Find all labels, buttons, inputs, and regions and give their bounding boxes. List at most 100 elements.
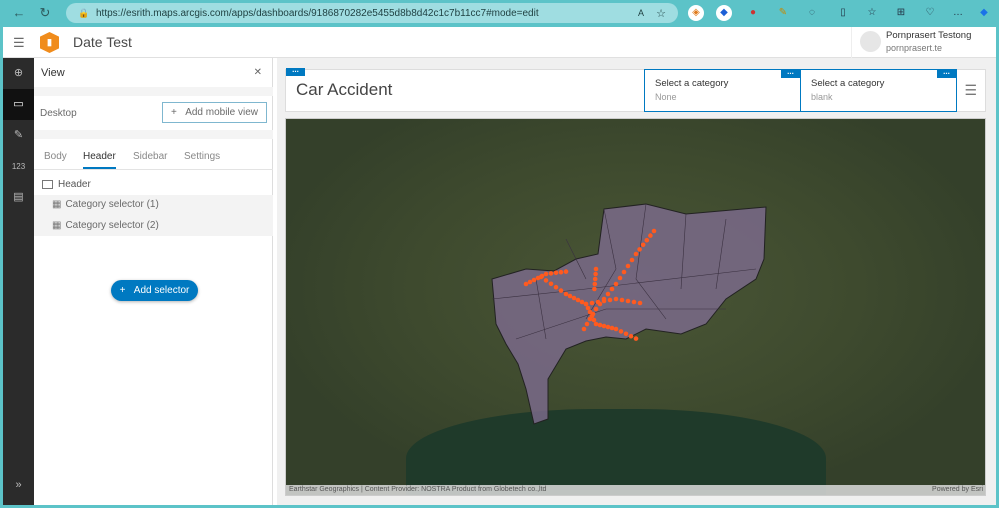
accident-point[interactable] xyxy=(591,317,597,323)
accident-point[interactable] xyxy=(633,251,639,257)
accident-point[interactable] xyxy=(548,271,554,276)
powered-by-esri[interactable]: Powered by Esri xyxy=(932,485,983,495)
accident-point[interactable] xyxy=(589,300,595,306)
accident-point[interactable] xyxy=(593,271,598,277)
accident-point[interactable] xyxy=(617,275,623,281)
favorite-star-icon[interactable]: ☆ xyxy=(656,7,666,20)
accident-point[interactable] xyxy=(583,301,589,307)
accident-point[interactable] xyxy=(579,299,585,305)
address-bar[interactable]: 🔒 https://esrith.maps.arcgis.com/apps/da… xyxy=(66,3,678,23)
accident-point[interactable] xyxy=(609,325,615,331)
accident-point[interactable] xyxy=(563,291,569,297)
accident-point[interactable] xyxy=(607,297,613,303)
tree-item-header[interactable]: Header xyxy=(34,174,273,195)
extension-icon[interactable]: ✎ xyxy=(775,5,791,21)
accident-point[interactable] xyxy=(563,269,569,274)
accident-point[interactable] xyxy=(637,300,643,306)
accident-point[interactable] xyxy=(553,284,559,290)
tab-header[interactable]: Header xyxy=(83,151,116,169)
accident-point[interactable] xyxy=(597,322,603,328)
accident-point[interactable] xyxy=(567,293,573,299)
accident-point[interactable] xyxy=(585,305,591,311)
extension-icon[interactable]: ◌ xyxy=(804,5,820,21)
element-options-icon[interactable]: ... xyxy=(781,68,800,78)
tree-item-category-selector-1[interactable]: ▦ Category selector (1) xyxy=(34,194,273,215)
accident-point[interactable] xyxy=(527,279,533,285)
element-options-icon[interactable]: ... xyxy=(937,68,956,78)
accident-point[interactable] xyxy=(543,271,549,277)
accident-point[interactable] xyxy=(523,281,529,287)
extension-icon[interactable]: ◆ xyxy=(716,5,732,21)
tree-item-category-selector-2[interactable]: ▦ Category selector (2) xyxy=(34,215,273,236)
user-menu[interactable]: Pornprasert Testong pornprasert.te xyxy=(851,27,996,58)
accident-point[interactable] xyxy=(539,273,545,279)
accident-point[interactable] xyxy=(629,257,635,263)
accident-point[interactable] xyxy=(619,297,625,303)
accident-point[interactable] xyxy=(592,286,597,292)
browser-essentials-icon[interactable]: ♡ xyxy=(922,5,938,21)
accident-point[interactable] xyxy=(605,324,611,330)
accident-point[interactable] xyxy=(584,321,590,327)
read-aloud-icon[interactable]: A xyxy=(638,8,644,18)
category-selector-2[interactable]: ... Select a category blank xyxy=(800,68,957,112)
extension-icon[interactable]: ◈ xyxy=(688,5,704,21)
accident-point[interactable] xyxy=(609,286,615,292)
close-icon[interactable]: ✕ xyxy=(254,67,262,78)
accident-point[interactable] xyxy=(548,281,554,287)
accident-point[interactable] xyxy=(644,237,650,243)
accident-point[interactable] xyxy=(628,333,634,339)
accident-point[interactable] xyxy=(593,266,599,272)
add-mobile-view-button[interactable]: + Add mobile view xyxy=(162,102,267,123)
accident-point[interactable] xyxy=(593,306,599,312)
accident-point[interactable] xyxy=(587,309,593,315)
accident-point[interactable] xyxy=(631,299,637,305)
accident-point[interactable] xyxy=(613,281,619,287)
accident-point[interactable] xyxy=(531,277,537,283)
header-menu-icon[interactable]: ☰ xyxy=(964,82,977,99)
extension-icon[interactable]: ● xyxy=(745,5,761,21)
element-options-icon[interactable]: ... xyxy=(286,66,305,76)
accident-point[interactable] xyxy=(593,321,599,327)
numbers-icon[interactable]: 123 xyxy=(3,151,34,182)
layout-view-icon[interactable]: ▭ xyxy=(3,89,34,120)
more-icon[interactable]: … xyxy=(950,5,966,21)
accident-point[interactable] xyxy=(613,326,619,332)
theme-icon[interactable]: ✎ xyxy=(3,120,34,151)
accident-point[interactable] xyxy=(613,296,619,302)
accident-point[interactable] xyxy=(535,275,541,281)
tab-settings[interactable]: Settings xyxy=(184,151,220,162)
accident-point[interactable] xyxy=(625,298,631,304)
accident-point[interactable] xyxy=(601,323,607,329)
accident-point[interactable] xyxy=(648,233,653,238)
collections-icon[interactable]: ⊞ xyxy=(893,5,909,21)
accident-point[interactable] xyxy=(640,242,646,248)
accident-point[interactable] xyxy=(592,281,598,287)
accident-point[interactable] xyxy=(558,288,564,293)
accident-point[interactable] xyxy=(592,276,598,282)
accident-point[interactable] xyxy=(651,228,657,234)
accident-point[interactable] xyxy=(601,298,607,304)
accident-point[interactable] xyxy=(605,291,611,297)
tab-body[interactable]: Body xyxy=(44,151,67,162)
accident-point[interactable] xyxy=(633,336,639,341)
add-element-icon[interactable]: ⊕ xyxy=(3,58,34,89)
back-icon[interactable]: ← xyxy=(6,5,32,20)
menu-icon[interactable]: ☰ xyxy=(13,35,25,51)
refresh-icon[interactable]: ↻ xyxy=(32,5,58,21)
accident-point[interactable] xyxy=(589,313,595,319)
accident-point[interactable] xyxy=(581,326,587,332)
tab-sidebar[interactable]: Sidebar xyxy=(133,151,167,162)
expand-icon[interactable]: » xyxy=(3,470,34,501)
accident-point[interactable] xyxy=(558,269,564,275)
accident-point[interactable] xyxy=(623,331,629,337)
map-view[interactable]: Earthstar Geographics | Content Provider… xyxy=(285,118,986,496)
accident-point[interactable] xyxy=(595,299,601,305)
accident-point[interactable] xyxy=(621,269,627,275)
accident-point[interactable] xyxy=(543,278,549,283)
accident-point[interactable] xyxy=(571,295,577,301)
accident-point[interactable] xyxy=(625,263,631,269)
save-icon[interactable]: ▤ xyxy=(3,182,34,213)
favorites-icon[interactable]: ☆ xyxy=(864,5,880,21)
accident-point[interactable] xyxy=(618,329,624,334)
copilot-icon[interactable]: ◆ xyxy=(976,5,992,21)
